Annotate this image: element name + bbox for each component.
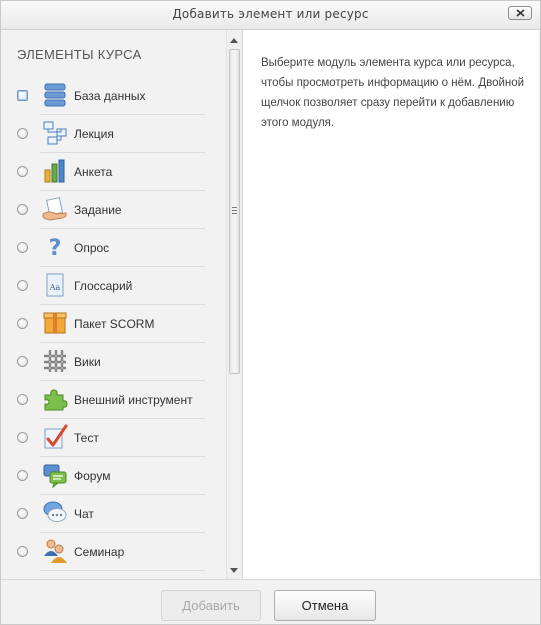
question-mark-icon: ? [49,236,62,260]
puzzle-piece-icon [44,389,68,411]
module-label: Лекция [74,127,114,141]
module-label: Глоссарий [74,279,133,293]
checklist-icon [44,424,68,449]
scroll-up-arrow-icon[interactable] [230,38,238,43]
module-radio[interactable] [17,356,28,367]
close-button[interactable] [508,6,532,20]
module-item-glossary[interactable]: Aa Глоссарий [2,267,225,305]
module-label: Задание [74,203,122,217]
module-item-choice[interactable]: ? Опрос [2,229,225,267]
module-radio[interactable] [17,280,28,291]
module-radio[interactable] [17,470,28,481]
grip-icon [232,207,237,216]
module-item-chat[interactable]: Чат [2,495,225,533]
add-activity-dialog: Добавить элемент или ресурс ЭЛЕМЕНТЫ КУР… [0,0,541,625]
assignment-icon [42,197,67,221]
module-item-quiz[interactable]: Тест [2,419,225,457]
lesson-icon [43,121,67,145]
module-radio[interactable] [17,166,28,177]
dialog-titlebar: Добавить элемент или ресурс [1,1,540,30]
module-list: База данных Лекция Анкета Задание ? Опро… [2,77,225,571]
chat-bubble-icon [43,501,67,522]
scroll-down-arrow-icon[interactable] [230,568,238,573]
cancel-button[interactable]: Отмена [274,590,376,621]
scrollbar-thumb[interactable] [229,49,240,374]
survey-icon [44,159,65,183]
module-label: Пакет SCORM [74,317,155,331]
module-item-wiki[interactable]: Вики [2,343,225,381]
svg-text:Aa: Aa [49,283,61,292]
module-item-assignment[interactable]: Задание [2,191,225,229]
module-item-external-tool[interactable]: Внешний инструмент [2,381,225,419]
close-icon [516,9,525,17]
module-item-workshop[interactable]: Семинар [2,533,225,571]
module-item-forum[interactable]: Форум [2,457,225,495]
module-list-pane: ЭЛЕМЕНТЫ КУРСА База данных Лекция Анкета… [2,30,243,579]
module-info-text: Выберите модуль элемента курса или ресур… [261,57,525,129]
module-label: Форум [74,469,111,483]
module-label: Семинар [74,545,125,559]
module-radio[interactable] [17,318,28,329]
module-label: Тест [74,431,99,445]
add-button[interactable]: Добавить [161,590,261,621]
module-radio[interactable] [17,546,28,557]
package-box-icon [43,312,67,334]
module-radio[interactable] [17,394,28,405]
module-radio[interactable] [17,242,28,253]
database-icon [44,83,66,107]
section-title: ЭЛЕМЕНТЫ КУРСА [17,47,142,62]
module-info-pane: Выберите модуль элемента курса или ресур… [243,30,539,579]
module-label: Чат [74,507,94,521]
module-label: Внешний инструмент [74,393,193,407]
dialog-title: Добавить элемент или ресурс [172,7,369,21]
glossary-icon: Aa [46,273,64,297]
svg-text:?: ? [49,236,62,260]
people-icon [44,539,67,563]
module-label: Вики [74,355,101,369]
module-item-lesson[interactable]: Лекция [2,115,225,153]
module-label: Анкета [74,165,113,179]
module-radio[interactable] [17,90,28,101]
module-radio[interactable] [17,508,28,519]
module-radio[interactable] [17,128,28,139]
module-radio[interactable] [17,432,28,443]
module-label: Опрос [74,241,110,255]
module-item-scorm[interactable]: Пакет SCORM [2,305,225,343]
wiki-icon [44,350,66,372]
forum-icon [43,464,67,488]
module-label: База данных [74,89,146,103]
module-item-survey[interactable]: Анкета [2,153,225,191]
dialog-footer: Добавить Отмена [1,579,540,624]
module-item-database[interactable]: База данных [2,77,225,115]
module-list-scrollbar[interactable] [226,30,242,579]
module-radio[interactable] [17,204,28,215]
